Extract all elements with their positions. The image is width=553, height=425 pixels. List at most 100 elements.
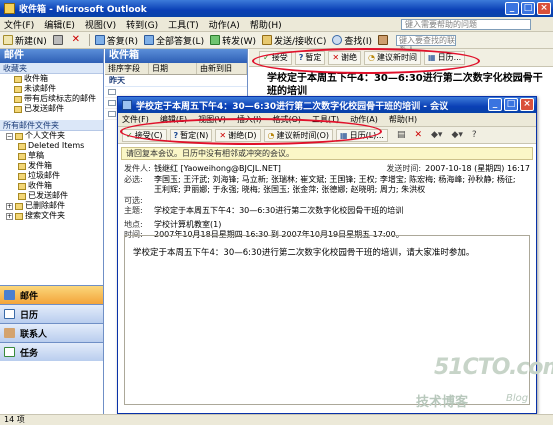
- next-item-button[interactable]: ◆▾: [451, 130, 462, 140]
- column-date[interactable]: 日期: [149, 63, 197, 74]
- meeting-menu-view[interactable]: 视图(V): [198, 114, 226, 125]
- meeting-propose-time-button[interactable]: ◔ 建议新时间(O): [263, 128, 334, 142]
- print-button[interactable]: [52, 35, 65, 45]
- from-value: 钱继红 [Yaoweihong@BJCJL.NET]: [154, 164, 281, 173]
- calendar-button[interactable]: ▦ 日历...: [424, 50, 466, 65]
- column-arrange[interactable]: 排序字段: [105, 63, 149, 74]
- printer-icon: [52, 35, 63, 45]
- collapse-icon[interactable]: −: [6, 132, 13, 140]
- contact-search-input[interactable]: 键入要查找的联系人: [396, 34, 457, 54]
- folder-outbox[interactable]: 发件箱: [0, 161, 103, 171]
- meeting-delete-button[interactable]: ✕: [414, 130, 422, 140]
- folder-deleted[interactable]: + 已删除邮件: [0, 201, 103, 211]
- folder-search[interactable]: + 搜索文件夹: [0, 211, 103, 221]
- send-receive-button[interactable]: 发送/接收(C): [262, 34, 326, 47]
- meeting-menu-edit[interactable]: 编辑(E): [160, 114, 187, 125]
- folder-deleted-items[interactable]: Deleted Items: [0, 141, 103, 151]
- forward-button[interactable]: 转发(W): [210, 34, 256, 47]
- subject-value: 学校定于本周五下午4：30—6:30进行第二次数字化校园骨干班的培训: [154, 206, 404, 215]
- navigation-pane: 邮件 收藏夹 收件箱 未读邮件 带有后续标志的邮件 已发送邮件 所有邮件文件夹 …: [0, 49, 104, 414]
- question-icon: ?: [298, 53, 304, 62]
- help-question-input[interactable]: 键入需要帮助的问题: [401, 19, 531, 30]
- new-button[interactable]: 新建(N): [3, 34, 47, 47]
- meeting-minimize-button[interactable]: _: [488, 98, 502, 111]
- status-item-count: 14 项: [4, 415, 25, 424]
- folder-icon: [18, 162, 26, 170]
- meeting-accept-button[interactable]: ✓ 接受(C): [122, 128, 167, 142]
- favorite-unread[interactable]: 未读邮件: [0, 84, 103, 94]
- envelope-icon: [108, 89, 116, 95]
- calendar-icon: ▦: [340, 130, 348, 140]
- minimize-button[interactable]: _: [505, 2, 519, 15]
- meeting-menu-tools[interactable]: 工具(T): [312, 114, 339, 125]
- meeting-menu-actions[interactable]: 动作(A): [350, 114, 378, 125]
- column-order[interactable]: 由新到旧: [197, 63, 247, 74]
- reply-button[interactable]: 答复(R): [94, 34, 138, 47]
- menu-edit[interactable]: 编辑(E): [44, 18, 75, 31]
- meeting-maximize-button[interactable]: □: [504, 98, 518, 111]
- folder-sent[interactable]: 已发送邮件: [0, 191, 103, 201]
- expand-icon[interactable]: +: [6, 202, 13, 210]
- meeting-calendar-button[interactable]: ▦ 日历(L)...: [336, 128, 388, 142]
- reply-all-button[interactable]: 全部答复(L): [144, 34, 204, 47]
- maximize-button[interactable]: □: [521, 2, 535, 15]
- favorites-title: 收藏夹: [0, 63, 103, 74]
- accept-button[interactable]: ✓ 接受: [259, 50, 292, 65]
- folder-junk[interactable]: 垃圾邮件: [0, 171, 103, 181]
- folder-icon: [15, 132, 23, 140]
- message-body-text: 学校定于本周五下午4：30—6:30进行第二次数字化校园骨干班的培训，请大家准时…: [133, 248, 475, 258]
- favorite-flagged[interactable]: 带有后续标志的邮件: [0, 94, 103, 104]
- meeting-menu-format[interactable]: 格式(O): [272, 114, 301, 125]
- menu-actions[interactable]: 动作(A): [209, 18, 240, 31]
- outlook-window-icon: [4, 3, 15, 14]
- address-book-button[interactable]: [378, 35, 390, 45]
- nav-button-tasks[interactable]: 任务: [0, 342, 103, 361]
- decline-x-icon: ✕: [332, 53, 340, 62]
- window-titlebar: 收件箱 - Microsoft Outlook _ □ ×: [0, 0, 553, 17]
- menu-file[interactable]: 文件(F): [4, 18, 34, 31]
- meeting-menu-insert[interactable]: 插入(I): [237, 114, 262, 125]
- folder-icon: [18, 172, 26, 180]
- meeting-menu-file[interactable]: 文件(F): [122, 114, 149, 125]
- envelope-icon: [108, 100, 116, 106]
- meeting-print-button[interactable]: ▤: [397, 130, 406, 140]
- meeting-close-button[interactable]: ×: [520, 98, 534, 111]
- send-receive-icon: [262, 35, 273, 45]
- folder-inbox[interactable]: 收件箱: [0, 181, 103, 191]
- required-line-1: 李国玉; 王汗武; 刘海锋; 马立新; 张瑞林; 崔文斌; 王国锋; 王权; 李…: [154, 174, 516, 184]
- propose-new-time-button[interactable]: ◔ 建议新时间: [364, 50, 422, 65]
- delete-x-icon: ✕: [71, 34, 80, 45]
- favorite-sent[interactable]: 已发送邮件: [0, 104, 103, 114]
- folder-drafts[interactable]: 草稿: [0, 151, 103, 161]
- meeting-menu-help[interactable]: 帮助(H): [389, 114, 417, 125]
- nav-button-contacts[interactable]: 联系人: [0, 323, 103, 342]
- new-mail-icon: [3, 35, 13, 45]
- menu-view[interactable]: 视图(V): [85, 18, 116, 31]
- menu-tools[interactable]: 工具(T): [168, 18, 199, 31]
- favorite-inbox[interactable]: 收件箱: [0, 74, 103, 84]
- meeting-window-icon: [122, 100, 132, 110]
- meeting-header: 发件人: 钱继红 [Yaoweihong@BJCJL.NET] 发送时间: 2007-…: [118, 160, 536, 241]
- reading-pane-toolbar: ✓ 接受 ? 暂定 ✕ 谢绝 ◔ 建议新时间 ▦ 日历...: [249, 49, 553, 67]
- find-button[interactable]: 查找(I): [332, 34, 372, 47]
- menu-go[interactable]: 转到(G): [126, 18, 158, 31]
- list-columns: 排序字段 日期 由新到旧: [105, 63, 247, 75]
- close-button[interactable]: ×: [537, 2, 551, 15]
- previous-item-button[interactable]: ◆▾: [431, 130, 442, 140]
- decline-button[interactable]: ✕ 谢绝: [328, 50, 362, 65]
- meeting-tentative-button[interactable]: ? 暂定(N): [169, 128, 213, 142]
- calendar-icon: [4, 309, 15, 319]
- meeting-decline-button[interactable]: ✕ 谢绝(D): [215, 128, 261, 142]
- help-icon[interactable]: ?: [472, 130, 477, 140]
- window-title: 收件箱 - Microsoft Outlook: [19, 5, 147, 15]
- folder-personal[interactable]: − 个人文件夹: [0, 131, 103, 141]
- delete-button[interactable]: ✕: [71, 35, 83, 45]
- group-yesterday[interactable]: 昨天: [105, 75, 247, 87]
- nav-button-calendar[interactable]: 日历: [0, 304, 103, 323]
- tentative-button[interactable]: ? 暂定: [294, 50, 326, 65]
- expand-icon[interactable]: +: [6, 212, 13, 220]
- menu-help[interactable]: 帮助(H): [250, 18, 282, 31]
- nav-button-mail[interactable]: 邮件: [0, 285, 103, 304]
- decline-x-icon: ✕: [219, 130, 227, 140]
- optional-value: [154, 196, 530, 207]
